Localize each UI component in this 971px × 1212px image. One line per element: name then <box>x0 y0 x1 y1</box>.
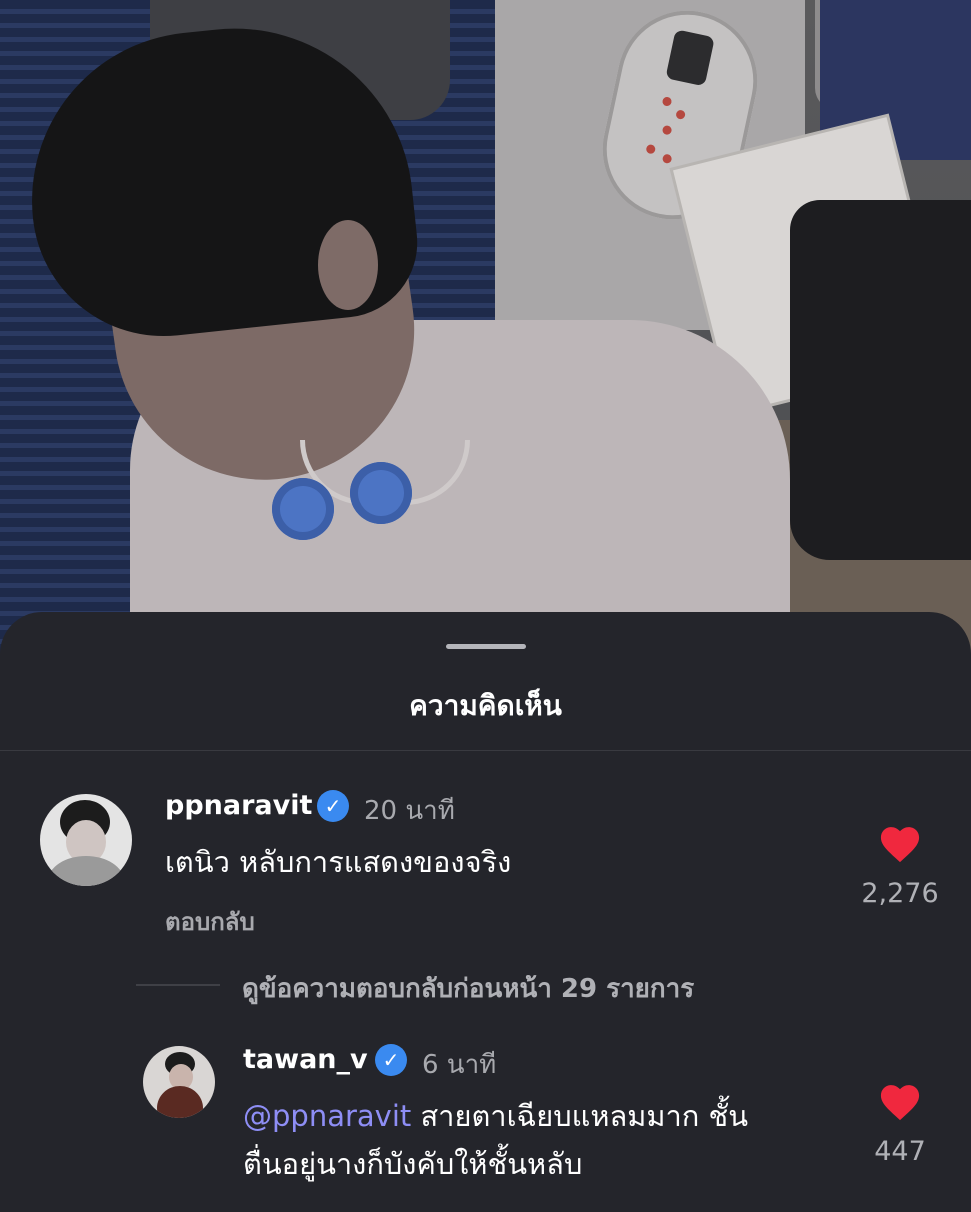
sheet-title: ความคิดเห็น <box>409 689 562 722</box>
verified-badge-icon: ✓ <box>375 1044 407 1076</box>
comment-username[interactable]: ppnaravit <box>165 790 312 821</box>
remote-button <box>675 109 686 120</box>
remote-button <box>661 124 673 136</box>
view-previous-replies-button[interactable]: ดูข้อความตอบกลับก่อนหน้า 29 รายการ <box>242 968 694 1009</box>
reply-time: 6 นาที <box>422 1050 497 1080</box>
avatar-body <box>157 1086 203 1118</box>
remote-button <box>661 153 673 165</box>
comment-text: เตนิว หลับการแสดงของจริง <box>165 845 512 879</box>
divider <box>0 750 971 751</box>
reply-text-line1: @ppnaravit สายตาเฉียบแหลมมาก ชั้น <box>243 1096 748 1136</box>
comments-sheet: ความคิดเห็น ppnaravit ✓ 20 นาที เตนิว หล… <box>0 612 971 1212</box>
remote-button <box>661 96 673 107</box>
avatar[interactable] <box>40 794 132 886</box>
verified-badge-icon: ✓ <box>317 790 349 822</box>
ear <box>318 220 378 310</box>
headphone-cup-left <box>272 478 334 540</box>
drag-handle[interactable] <box>446 644 526 649</box>
avatar-body <box>48 856 124 886</box>
reply-text-line2: ตื่นอยู่นางก็บังคับให้ชั้นหลับ <box>243 1147 583 1181</box>
heart-icon[interactable] <box>878 1082 922 1122</box>
black-bag <box>790 200 971 560</box>
reply-username[interactable]: tawan_v <box>243 1044 368 1075</box>
mention-link[interactable]: @ppnaravit <box>243 1099 411 1133</box>
like-count: 447 <box>874 1136 926 1167</box>
post-photo[interactable] <box>0 0 971 680</box>
reply-text: สายตาเฉียบแหลมมาก ชั้น <box>411 1099 749 1133</box>
reply-button[interactable]: ตอบกลับ <box>165 902 255 941</box>
remote-screen <box>665 29 715 87</box>
avatar[interactable] <box>143 1046 215 1118</box>
comment-time: 20 นาที <box>364 796 455 826</box>
replies-divider <box>136 984 220 986</box>
headphone-cup-right <box>350 462 412 524</box>
heart-icon[interactable] <box>878 824 922 864</box>
like-count: 2,276 <box>861 878 939 909</box>
remote-button <box>645 143 657 155</box>
